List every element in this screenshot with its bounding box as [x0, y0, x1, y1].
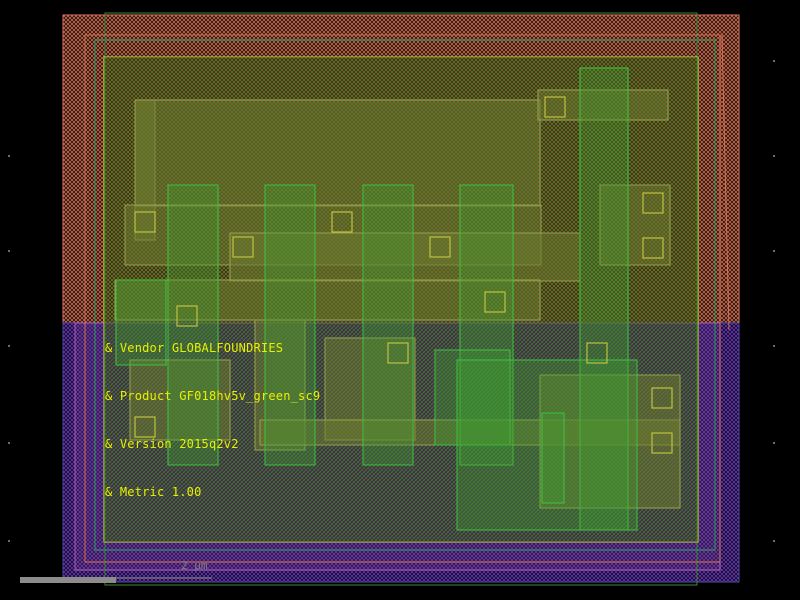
- grid-dot: [773, 155, 775, 157]
- cell-layout-canvas[interactable]: [0, 0, 800, 600]
- grid-dot: [773, 540, 775, 542]
- grid-dot: [8, 540, 10, 542]
- grid-dot: [773, 250, 775, 252]
- metric-annotation: & Metric 1.00: [105, 485, 202, 499]
- grid-dot: [773, 442, 775, 444]
- grid-dot: [773, 345, 775, 347]
- layout-viewer[interactable]: & Vendor GLOBALFOUNDRIES & Product GF018…: [0, 0, 800, 600]
- product-annotation: & Product GF018hv5v_green_sc9: [105, 389, 321, 403]
- grid-dot: [8, 250, 10, 252]
- version-annotation: & Version 2015q2v2: [105, 437, 239, 451]
- grid-dot: [773, 60, 775, 62]
- scale-label: 2 µm: [181, 559, 208, 572]
- scale-bar: [20, 577, 116, 583]
- grid-dot: [8, 345, 10, 347]
- vendor-annotation: & Vendor GLOBALFOUNDRIES: [105, 341, 284, 355]
- grid-dot: [8, 155, 10, 157]
- grid-dot: [8, 442, 10, 444]
